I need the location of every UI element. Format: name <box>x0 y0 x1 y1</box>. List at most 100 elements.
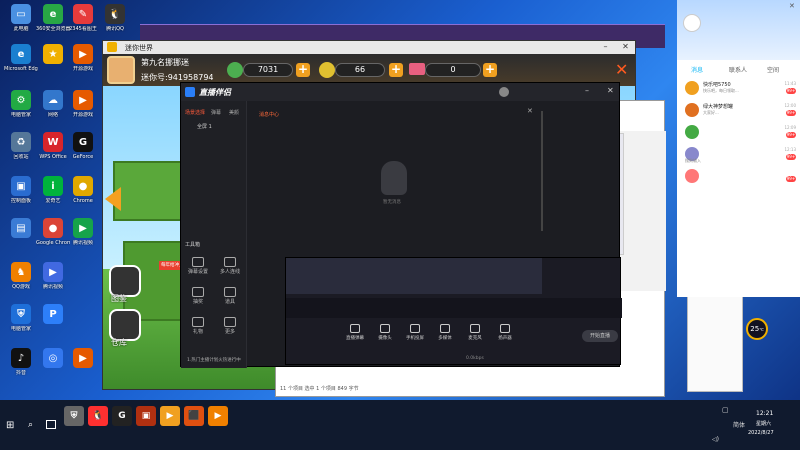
desktop-icon-label: 网络 <box>47 112 58 118</box>
player-avatar[interactable] <box>107 56 135 84</box>
qq-close-icon[interactable]: ✕ <box>789 2 795 10</box>
qq-main-panel[interactable]: ✕ 消息 联系人 空间 快乐吧5750 快乐吧，每日领取... 11:43 99+ 绿大… <box>677 0 800 297</box>
taskbar-app-icon[interactable]: ▶ <box>160 406 180 426</box>
desktop-icon[interactable]: i 爱奇艺 <box>36 176 70 204</box>
desktop-icon[interactable]: ✎ 2345看图王 <box>66 4 100 32</box>
add-coins-button[interactable]: + <box>296 63 310 77</box>
toolbox-item[interactable]: 抽奖 <box>183 287 213 305</box>
desktop-icon[interactable]: e Microsoft Edge <box>4 44 38 72</box>
taskbar-app-icon[interactable]: 🐧 <box>88 406 108 426</box>
desktop-icon[interactable]: P <box>36 304 70 326</box>
close-button[interactable]: ✕ <box>620 42 631 52</box>
tool-icon <box>224 317 236 327</box>
empty-messages-text: 暂无消息 <box>383 200 401 205</box>
desktop-icon[interactable]: ▣ 控制面板 <box>4 176 38 204</box>
toolbox-item[interactable]: 礼物 <box>183 317 213 335</box>
control-label: 直播弹幕 <box>346 336 364 341</box>
stream-user-avatar[interactable] <box>499 87 509 97</box>
stream-control-button[interactable]: 扬声器 <box>490 324 520 341</box>
notification-icon[interactable]: ▢ <box>722 406 729 414</box>
desktop-icon-label: 360安全浏览器 <box>36 26 70 32</box>
desktop-icon[interactable]: ▶ 开源游戏 <box>66 90 100 118</box>
app-icon: ▣ <box>11 176 31 196</box>
stream-tab-danmaku[interactable]: 弹幕 <box>211 109 221 116</box>
desktop-icon[interactable]: ◎ <box>36 348 70 370</box>
desktop-icon[interactable]: ♻ 回收站 <box>4 132 38 160</box>
tool-label: 更多 <box>224 329 235 335</box>
arrow-left-icon[interactable] <box>105 187 121 211</box>
coin-icon <box>227 62 243 78</box>
desktop-icon[interactable]: W WPS Office <box>36 132 70 160</box>
unread-badge: 99+ <box>786 154 796 160</box>
qq-avatar[interactable] <box>683 14 701 32</box>
toolbox-item[interactable]: 多人连线 <box>215 257 245 275</box>
taskbar-app-icon[interactable]: G <box>112 406 132 426</box>
start-button[interactable]: ⊞ <box>6 420 18 432</box>
desktop-icon[interactable]: G GeForce <box>66 132 100 160</box>
toolbox-item[interactable]: 道具 <box>215 287 245 305</box>
stream-control-button[interactable]: 多媒体 <box>430 324 460 341</box>
start-stream-button[interactable]: 开始直播 <box>582 330 618 342</box>
explorer-status: 11 个项目 选中 1 个项目 849 字节 <box>280 386 359 392</box>
taskbar-app-icon[interactable]: ⬛ <box>184 406 204 426</box>
desktop-icon[interactable]: ▶ 腾讯视频 <box>66 218 100 246</box>
cpu-temp-widget[interactable]: 25℃ <box>746 318 768 340</box>
app-icon: 🐧 <box>105 4 125 24</box>
minimize-button[interactable]: – <box>600 42 611 52</box>
desktop-icon[interactable]: ♪ 抖音 <box>4 348 38 376</box>
qq-tab-space[interactable]: 空间 <box>767 65 779 74</box>
desktop-icon-label: 开源游戏 <box>72 66 93 72</box>
qq-chat-item[interactable]: 12:09 99+ <box>677 122 800 144</box>
stream-tab-beauty[interactable]: 美颜 <box>229 109 239 116</box>
taskbar-app-icon[interactable]: ▶ <box>208 406 228 426</box>
desktop-icon[interactable]: ▤ <box>4 218 38 240</box>
desktop-icon[interactable]: ▭ 此电脑 <box>4 4 38 32</box>
add-beans-button[interactable]: + <box>389 63 403 77</box>
game-exit-icon[interactable]: ✕ <box>615 62 628 78</box>
task-view-icon[interactable] <box>46 420 56 429</box>
desktop-icon[interactable]: ▶ 开源游戏 <box>66 44 100 72</box>
scene-item[interactable]: 全屏 1 <box>197 123 212 130</box>
toolbox-item[interactable]: 弹幕设置 <box>183 257 213 275</box>
taskbar-app-icon[interactable]: ▣ <box>136 406 156 426</box>
stream-control-button[interactable]: 麦克风 <box>460 324 490 341</box>
desktop-icon[interactable]: ⛨ 电脑管家 <box>4 304 38 332</box>
desktop-icon[interactable]: ☁ 网络 <box>36 90 70 118</box>
stream-control-button[interactable]: 直播弹幕 <box>340 324 370 341</box>
desktop-icon[interactable]: 🐧 腾讯QQ <box>98 4 132 32</box>
add-tickets-button[interactable]: + <box>483 63 497 77</box>
stream-control-button[interactable]: 摄像头 <box>370 324 400 341</box>
clock-time[interactable]: 12:21 <box>756 410 773 417</box>
desktop-icon[interactable]: ▶ <box>66 348 100 370</box>
stream-scrollbar[interactable] <box>541 111 543 231</box>
taskbar-app-icon[interactable]: ⛨ <box>64 406 84 426</box>
desktop-icon[interactable]: ● Chrome <box>66 176 100 204</box>
speaker-icon[interactable]: ◁) <box>712 436 719 443</box>
desktop-icon[interactable]: ★ <box>36 44 70 66</box>
qq-chat-item[interactable]: 快乐吧5750 快乐吧，每日领取... 11:43 99+ <box>677 78 800 100</box>
desktop-icon[interactable]: ▶ 腾讯视频 <box>36 262 70 290</box>
stream-control-button[interactable]: 手机投屏 <box>400 324 430 341</box>
message-center-close-icon[interactable]: ✕ <box>527 107 533 115</box>
desktop-icon-label: 电脑管家 <box>10 326 31 332</box>
qq-chat-item[interactable]: 绿大神梦想罐 大家好... 12:00 99+ <box>677 100 800 122</box>
stream-close-button[interactable]: ✕ <box>607 86 614 95</box>
qq-tab-contacts[interactable]: 联系人 <box>729 65 747 74</box>
stream-minimize-button[interactable]: – <box>585 86 589 95</box>
ime-indicator[interactable]: 简体 <box>733 420 745 429</box>
chat-avatar <box>685 103 699 117</box>
qq-chat-item[interactable]: 99+ <box>677 166 800 188</box>
app-icon: ☁ <box>43 90 63 110</box>
desktop-icon[interactable]: ● Google Chrome <box>36 218 70 246</box>
desktop-icon-label: Google Chrome <box>36 240 70 246</box>
message-center-tab[interactable]: 消息中心 <box>259 111 279 118</box>
stream-tab-scene[interactable]: 场景选择 <box>185 109 205 116</box>
stream-control-panel[interactable]: 直播弹幕 摄像头 手机投屏 多媒体 麦克风 扬声器 开始直播 0.0kbps <box>285 257 622 365</box>
desktop-icon[interactable]: e 360安全浏览器 <box>36 4 70 32</box>
toolbox-item[interactable]: 更多 <box>215 317 245 335</box>
desktop-icon[interactable]: ♞ QQ游戏 <box>4 262 38 290</box>
search-icon[interactable]: ⌕ <box>28 420 33 430</box>
desktop-icon[interactable]: ⚙ 电脑管家 <box>4 90 38 118</box>
app-icon: ▶ <box>73 348 93 368</box>
qq-tab-messages[interactable]: 消息 <box>691 65 703 74</box>
